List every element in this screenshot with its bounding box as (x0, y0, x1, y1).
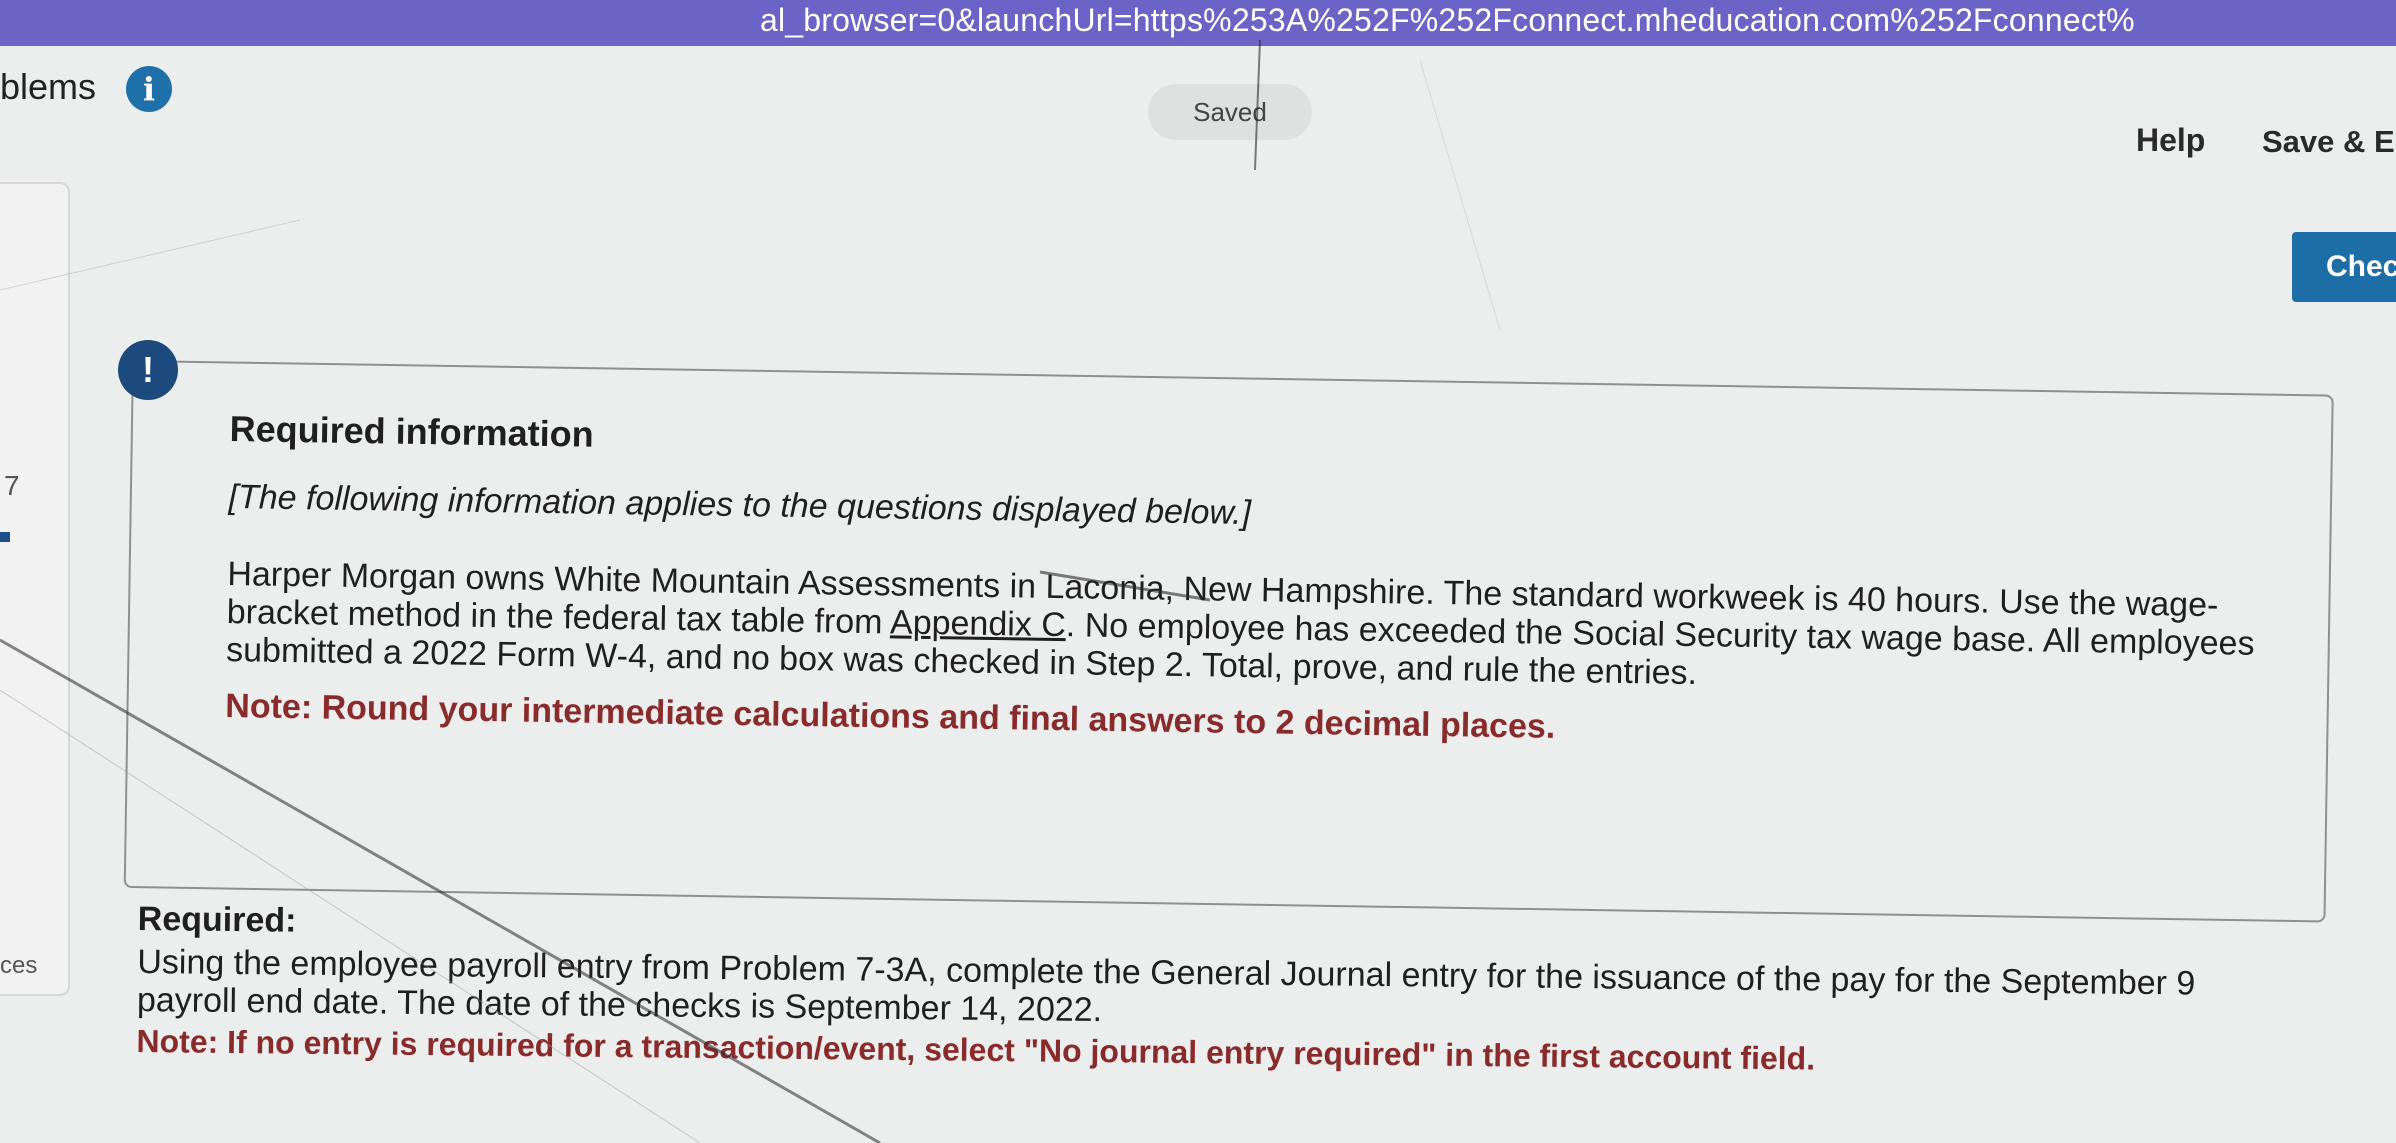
current-question-marker (0, 532, 10, 542)
page-title: blems (0, 66, 97, 107)
check-my-work-button[interactable]: Chec (2292, 232, 2396, 302)
url-text: al_browser=0&launchUrl=https%253A%252F%2… (760, 2, 2135, 38)
save-exit-button[interactable]: Save & E (2262, 124, 2395, 160)
question-number[interactable]: 7 (4, 470, 20, 502)
saved-status-badge: Saved (1148, 84, 1312, 140)
question-navigation-panel (0, 182, 70, 996)
applies-note: [The following information applies to th… (228, 477, 1252, 533)
browser-url-bar[interactable]: al_browser=0&launchUrl=https%253A%252F%2… (0, 0, 2396, 46)
alert-icon: ! (118, 340, 178, 400)
appendix-link[interactable]: Appendix C (890, 603, 1066, 644)
references-link[interactable]: ces (0, 952, 37, 980)
info-icon[interactable]: i (126, 66, 172, 112)
help-button[interactable]: Help (2136, 122, 2205, 159)
required-section: Required: Using the employee payroll ent… (136, 900, 2278, 1082)
problem-description: Harper Morgan owns White Mountain Assess… (226, 555, 2268, 701)
required-information-content: Required information [The following info… (225, 408, 2270, 758)
